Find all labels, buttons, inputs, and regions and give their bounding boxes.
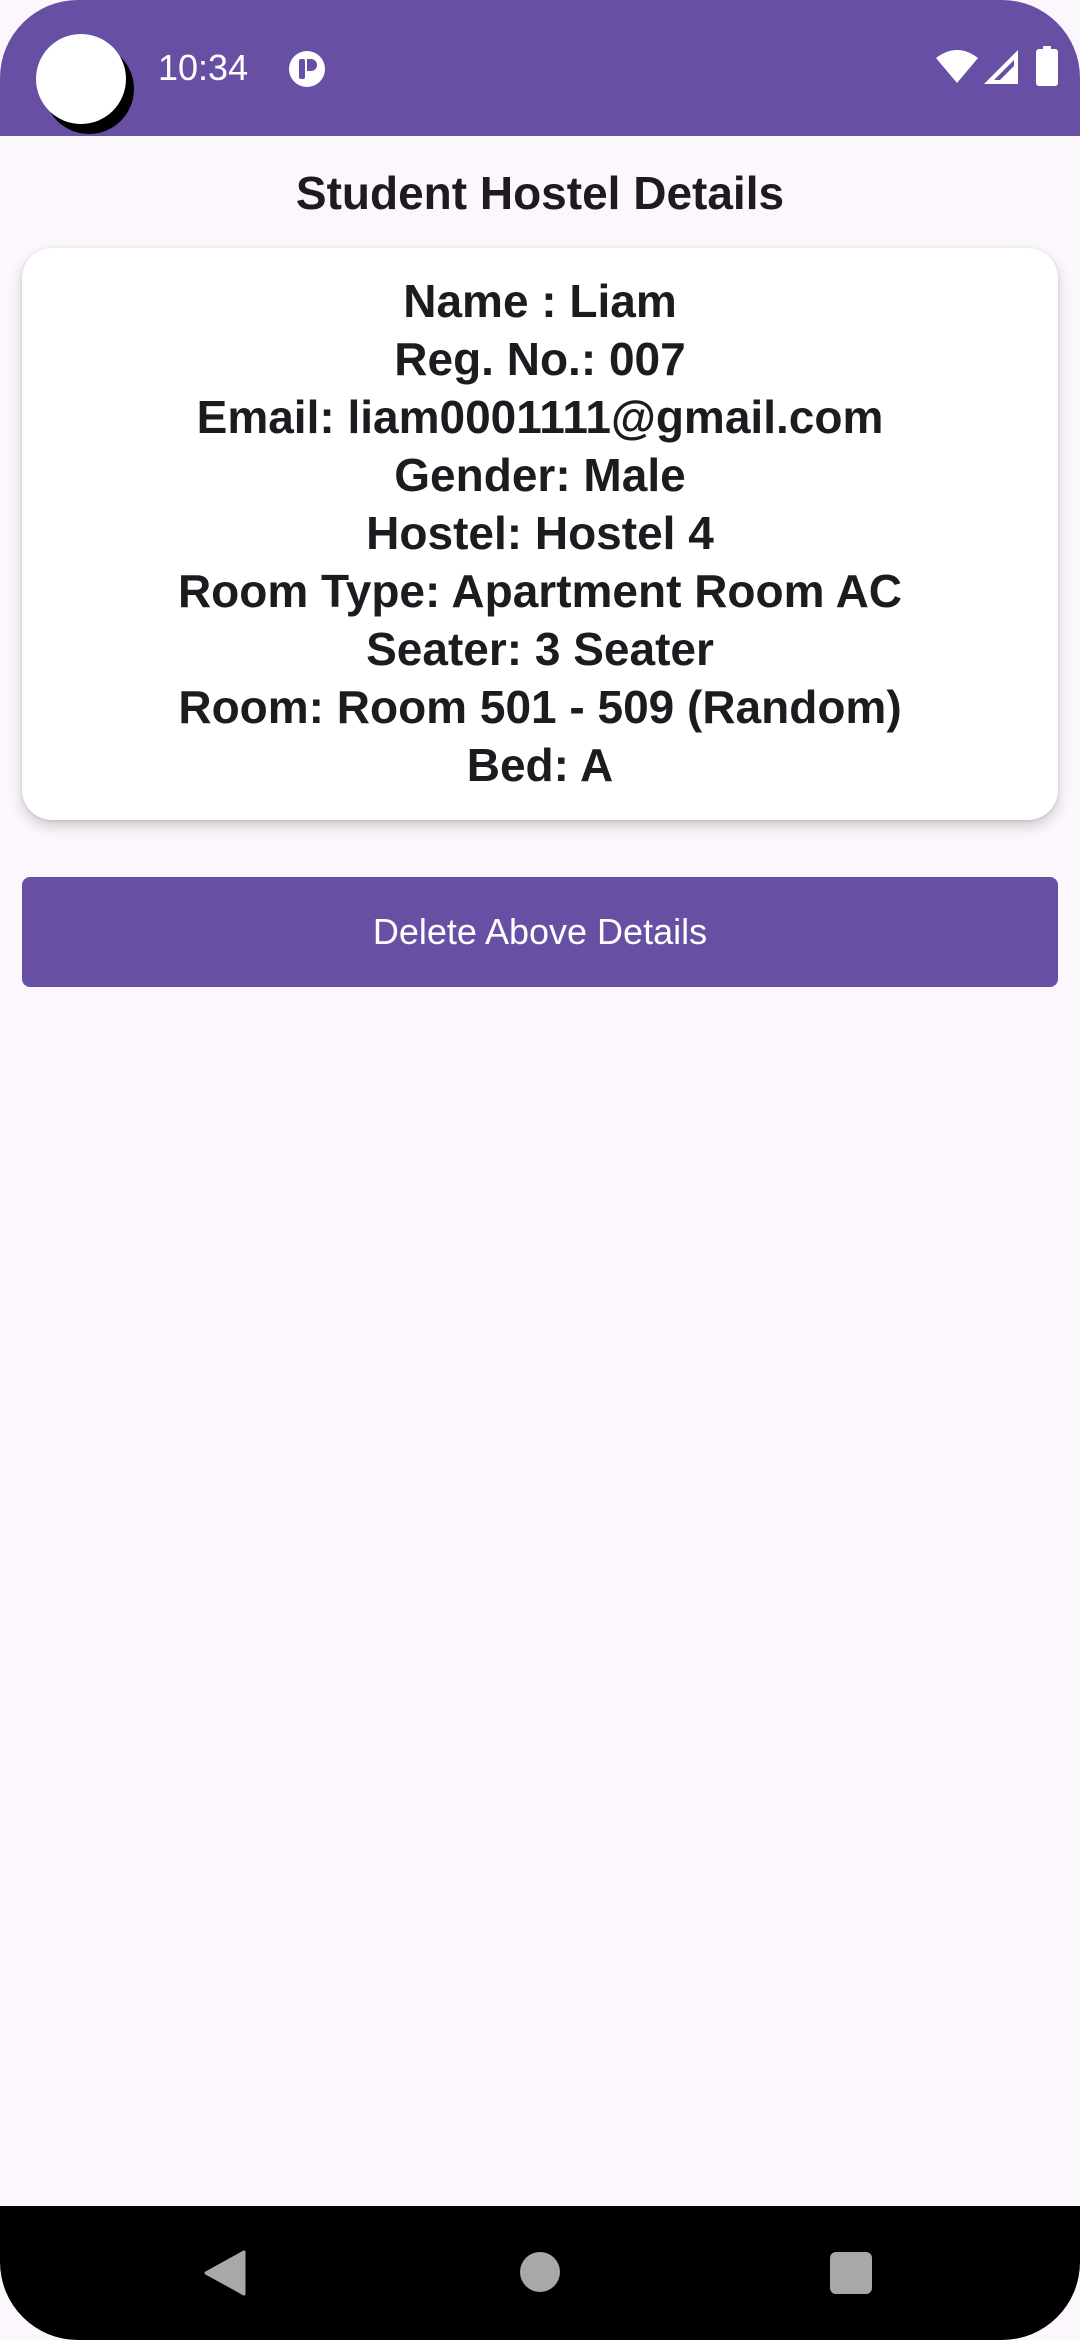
detail-name: Name : Liam — [403, 275, 677, 327]
delete-details-button[interactable]: Delete Above Details — [22, 877, 1058, 987]
camera-cutout-icon — [36, 34, 126, 124]
details-card: Name : Liam Reg. No.: 007 Email: liam000… — [22, 248, 1058, 820]
app-notification-icon — [289, 51, 325, 87]
detail-hostel: Hostel: Hostel 4 — [366, 507, 714, 559]
detail-room-type: Room Type: Apartment Room AC — [177, 565, 903, 617]
detail-gender: Gender: Male — [394, 449, 686, 501]
battery-icon — [1036, 46, 1058, 86]
detail-seater: Seater: 3 Seater — [366, 623, 714, 675]
detail-reg-no: Reg. No.: 007 — [394, 333, 686, 385]
detail-email: Email: liam0001111@gmail.com — [196, 391, 884, 443]
wifi-icon — [936, 50, 978, 83]
screen: 10:34 Student Hostel Details Name : Liam… — [0, 0, 1080, 2340]
status-bar: 10:34 — [0, 0, 1080, 136]
recents-icon[interactable] — [830, 2252, 872, 2294]
detail-bed: Bed: A — [466, 739, 614, 791]
signal-icon — [984, 50, 1018, 84]
home-icon[interactable] — [520, 2252, 560, 2292]
back-icon[interactable] — [204, 2250, 246, 2296]
status-time: 10:34 — [158, 47, 249, 88]
detail-room: Room: Room 501 - 509 (Random) — [178, 681, 902, 733]
page-title: Student Hostel Details — [295, 167, 785, 219]
